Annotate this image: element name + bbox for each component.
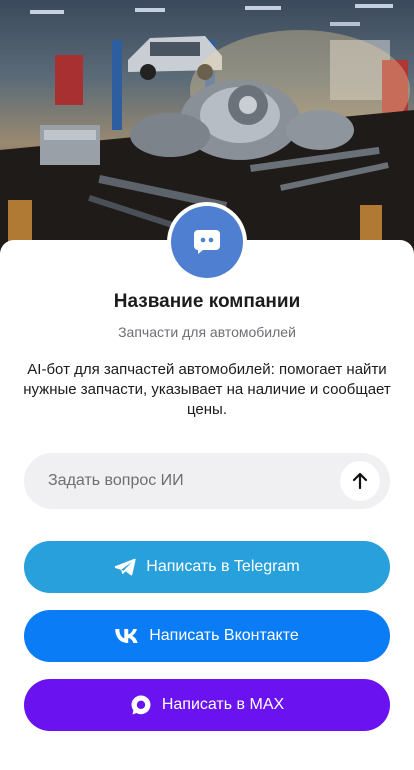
vk-button-label: Написать Вконтакте <box>149 627 299 644</box>
telegram-button-label: Написать в Telegram <box>146 558 300 575</box>
max-button[interactable]: Написать в MAX <box>24 679 390 731</box>
ask-ai-input[interactable] <box>48 453 338 509</box>
vk-button[interactable]: Написать Вконтакте <box>24 610 390 662</box>
company-name: Название компании <box>113 291 301 312</box>
vk-icon <box>115 629 139 643</box>
max-button-label: Написать в MAX <box>161 696 285 713</box>
company-description: AI-бот для запчастей автомобилей: помога… <box>23 361 391 418</box>
company-avatar <box>167 202 247 282</box>
arrow-up-icon <box>352 472 368 490</box>
send-button[interactable] <box>340 461 380 501</box>
telegram-icon <box>114 558 136 576</box>
max-icon <box>130 694 152 716</box>
chat-bot-icon <box>171 206 243 278</box>
ask-ai-field <box>24 453 390 509</box>
telegram-button[interactable]: Написать в Telegram <box>24 541 390 593</box>
company-subtitle: Запчасти для автомобилей <box>118 324 296 340</box>
